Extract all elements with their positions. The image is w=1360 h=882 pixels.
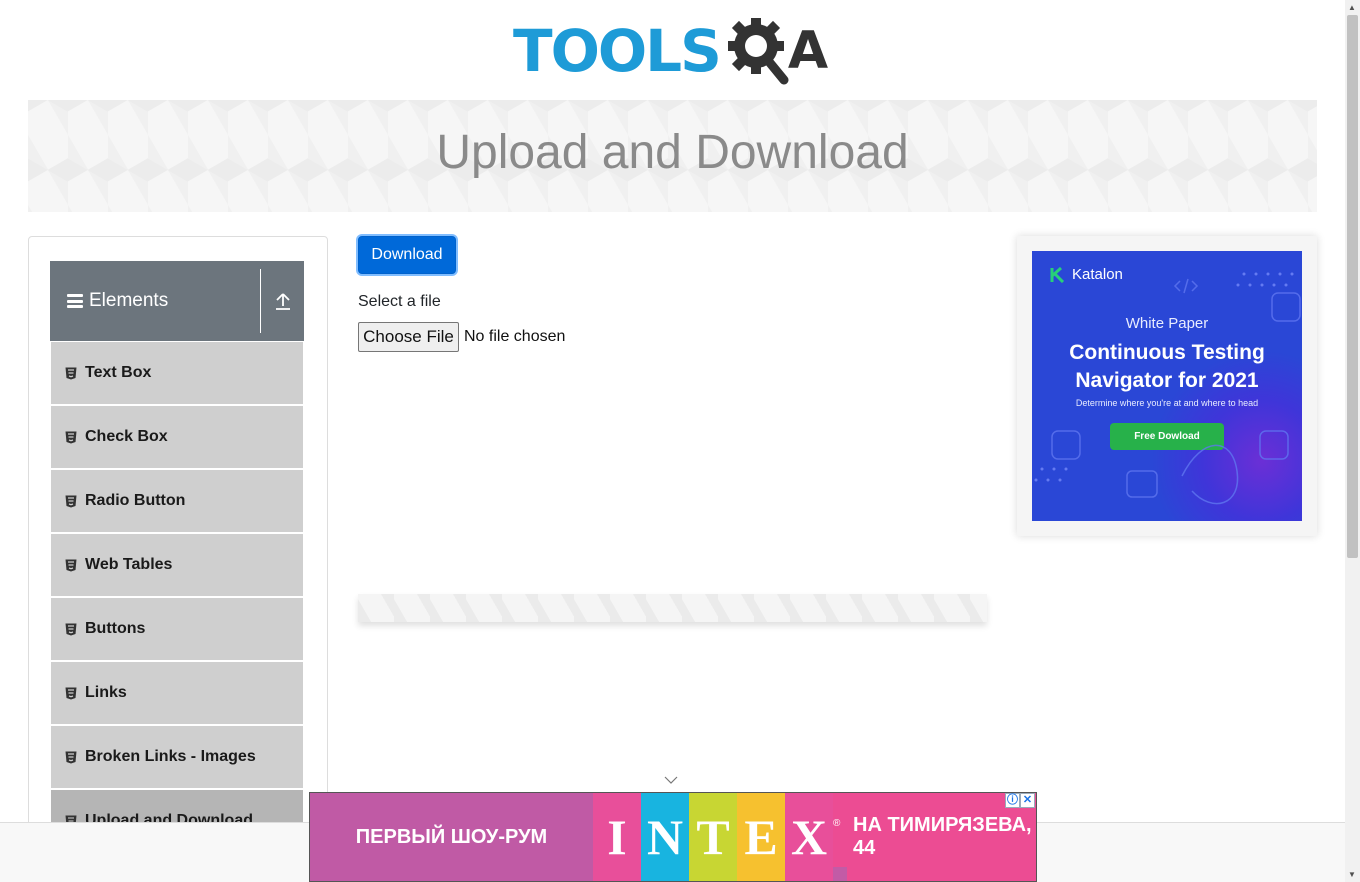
- html5-icon: [65, 431, 77, 443]
- ad-controls: ⓘ ✕: [1005, 793, 1035, 808]
- ad-close-icon[interactable]: ✕: [1020, 793, 1035, 808]
- ad-letter: E: [737, 793, 785, 881]
- scroll-up-arrow-icon[interactable]: ▲: [1348, 3, 1356, 12]
- upload-file-input[interactable]: Choose File No file chosen: [358, 322, 565, 352]
- toolsqa-logo[interactable]: TOOLS A: [513, 14, 828, 88]
- sidebar: Elements Text Box Check Box Radio Button…: [28, 236, 328, 882]
- file-status-text: No file chosen: [464, 328, 566, 345]
- intex-ad-banner[interactable]: ПЕРВЫЙ ШОУ-РУМ I N T E X ® НА ТИМИРЯЗЕВА…: [309, 792, 1037, 882]
- chevron-down-icon[interactable]: [664, 775, 678, 785]
- sidebar-group-title[interactable]: Elements: [50, 269, 261, 333]
- page-scrollbar[interactable]: ▲ ▼: [1345, 0, 1360, 882]
- sidebar-item-label: Radio Button: [85, 492, 186, 509]
- gear-magnifier-icon: [727, 18, 789, 85]
- html5-icon: [65, 623, 77, 635]
- ad-info-icon[interactable]: ⓘ: [1005, 793, 1020, 808]
- logo-text-a: A: [787, 21, 829, 81]
- sidebar-item-label: Web Tables: [85, 556, 173, 573]
- sidebar-item-buttons[interactable]: Buttons: [50, 597, 304, 661]
- sidebar-item-label: Check Box: [85, 428, 168, 445]
- html5-icon: [65, 559, 77, 571]
- sidebar-item-label: Links: [85, 684, 127, 701]
- html5-icon: [65, 495, 77, 507]
- html5-icon: [65, 687, 77, 699]
- choose-file-button[interactable]: Choose File: [358, 322, 459, 352]
- sidebar-item-web-tables[interactable]: Web Tables: [50, 533, 304, 597]
- sidebar-item-text-box[interactable]: Text Box: [50, 341, 304, 405]
- html5-icon: [65, 751, 77, 763]
- page-banner: Upload and Download: [28, 100, 1317, 212]
- sidebar-menu: Text Box Check Box Radio Button Web Tabl…: [50, 341, 304, 853]
- sidebar-item-radio-button[interactable]: Radio Button: [50, 469, 304, 533]
- ad-letter: I: [593, 793, 641, 881]
- sidebar-group-label: Elements: [89, 290, 169, 311]
- page-title: Upload and Download: [436, 126, 909, 179]
- katalon-ad[interactable]: Katalon White Paper Continuous Testing N…: [1032, 251, 1302, 521]
- logo-text-tools: TOOLS: [513, 17, 722, 85]
- html5-icon: [65, 367, 77, 379]
- header: TOOLS A: [0, 0, 1345, 100]
- scroll-down-arrow-icon[interactable]: ▼: [1348, 870, 1356, 879]
- sidebar-item-label: Buttons: [85, 620, 146, 637]
- ad-left-text: ПЕРВЫЙ ШОУ-РУМ: [310, 793, 593, 881]
- ad-letter: T: [689, 793, 737, 881]
- select-file-label: Select a file: [358, 293, 441, 310]
- sidebar-item-label: Text Box: [85, 364, 152, 381]
- download-button[interactable]: Download: [358, 236, 456, 274]
- right-ad-card: Katalon White Paper Continuous Testing N…: [1017, 236, 1317, 536]
- menu-icon: [67, 294, 83, 308]
- sidebar-item-label: Broken Links - Images: [85, 748, 256, 765]
- sidebar-item-links[interactable]: Links: [50, 661, 304, 725]
- collapse-toggle[interactable]: [261, 292, 304, 310]
- content-footer-strip: [358, 594, 987, 622]
- scrollbar-thumb[interactable]: [1347, 15, 1358, 558]
- sidebar-item-check-box[interactable]: Check Box: [50, 405, 304, 469]
- upload-arrow-icon: [275, 293, 290, 310]
- sidebar-group-elements[interactable]: Elements: [50, 261, 304, 341]
- ad-letter: N: [641, 793, 689, 881]
- ad-decoration: [1034, 272, 1301, 505]
- ad-letter: X: [785, 793, 833, 881]
- registered-mark: ®: [833, 793, 847, 867]
- sidebar-item-broken-links-images[interactable]: Broken Links - Images: [50, 725, 304, 789]
